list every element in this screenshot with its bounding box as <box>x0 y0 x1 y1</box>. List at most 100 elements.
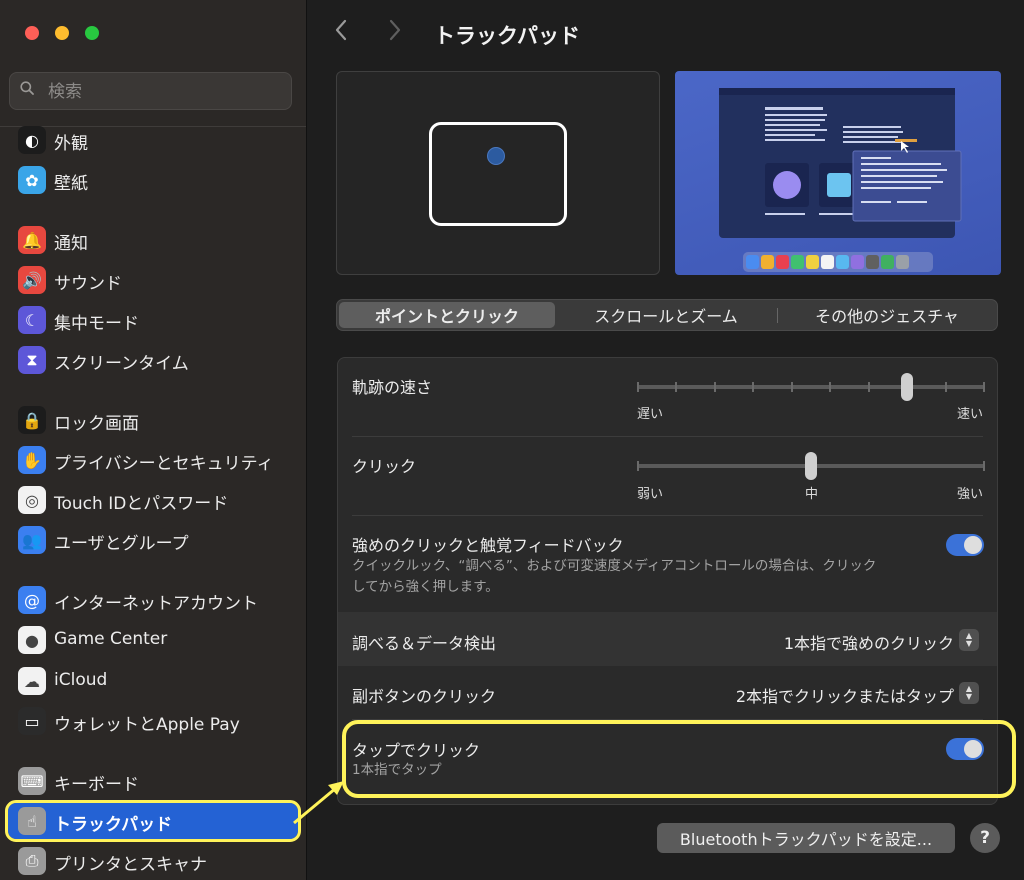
slider-tick <box>867 382 870 392</box>
lock-icon: 🔒 <box>18 406 46 434</box>
tab-more-gestures[interactable]: その他のジェスチャ <box>779 302 995 328</box>
force-click-label: 強めのクリックと触覚フィードバック <box>352 536 624 555</box>
lookup-popup[interactable]: 1本指で強めのクリック <box>784 630 954 654</box>
sidebar-item-label: サウンド <box>54 274 122 294</box>
close-window-button[interactable] <box>25 26 39 40</box>
slider-thumb[interactable] <box>901 373 914 401</box>
sidebar-item[interactable]: ● Game Center <box>8 622 298 658</box>
help-button[interactable]: ? <box>970 823 1000 853</box>
search-input[interactable] <box>46 79 280 105</box>
sidebar-item[interactable]: @ インターネットアカウント <box>8 582 298 618</box>
printer-icon: ⎙ <box>18 847 46 875</box>
desktop-preview-illustration <box>719 88 962 272</box>
slider-tick <box>944 382 947 392</box>
sidebar-item-label: ウォレットとApple Pay <box>54 715 240 735</box>
slider-tick <box>713 382 716 392</box>
slider-track <box>637 385 985 389</box>
forward-button[interactable] <box>388 18 414 46</box>
search-icon <box>20 81 34 95</box>
highlight-annotation <box>342 720 1016 798</box>
sidebar-item[interactable]: ☝ トラックパッド <box>5 800 301 842</box>
moon-icon: ☾ <box>18 306 46 334</box>
sidebar-item-label: Touch IDとパスワード <box>54 494 229 514</box>
sidebar-item[interactable]: ✿ 壁紙 <box>8 162 298 198</box>
force-click-description-line2: してから強く押します。 <box>352 579 499 595</box>
tab-point-and-click[interactable]: ポイントとクリック <box>339 302 555 328</box>
setup-bluetooth-trackpad-button[interactable]: Bluetoothトラックパッドを設定... <box>657 823 955 853</box>
slider-tick <box>637 382 639 392</box>
sidebar-item[interactable]: 🔒 ロック画面 <box>8 402 298 438</box>
sidebar-item-label: インターネットアカウント <box>54 594 258 614</box>
sidebar-item[interactable]: ☾ 集中モード <box>8 302 298 338</box>
tracking-speed-label: 軌跡の速さ <box>352 378 433 397</box>
sidebar-item-label: キーボード <box>54 775 139 795</box>
toggle-knob <box>964 536 982 554</box>
fingerprint-icon: ◎ <box>18 486 46 514</box>
sidebar-item[interactable]: ☁ iCloud <box>8 663 298 699</box>
secondary-click-stepper-icon[interactable]: ▲ ▼ <box>959 682 979 704</box>
click-pressure-slider[interactable] <box>637 451 985 481</box>
sidebar-item[interactable]: ⌨ キーボード <box>8 763 298 799</box>
secondary-click-label: 副ボタンのクリック <box>352 687 497 706</box>
sidebar-item-label: トラックパッド <box>54 815 173 835</box>
sidebar-item[interactable]: ▭ ウォレットとApple Pay <box>8 703 298 739</box>
sidebar-item[interactable]: 👥 ユーザとグループ <box>8 522 298 558</box>
click-mid-label: 中 <box>805 487 819 502</box>
sidebar-item-label: ユーザとグループ <box>54 534 189 554</box>
slider-tick <box>983 461 985 471</box>
force-click-toggle[interactable] <box>946 534 984 556</box>
row-divider <box>352 515 983 516</box>
wallet-icon: ▭ <box>18 707 46 735</box>
zoom-window-button[interactable] <box>85 26 99 40</box>
click-min-label: 弱い <box>637 487 664 502</box>
slider-tick <box>637 461 639 471</box>
click-max-label: 強い <box>956 487 983 502</box>
sidebar-item-label: iCloud <box>54 670 108 690</box>
settings-panel: 軌跡の速さ 遅い 速い クリック 弱い 中 強い 強めのクリックと触覚フィードバ… <box>337 357 1016 805</box>
slider-tick <box>829 382 832 392</box>
hourglass-icon: ⧗ <box>18 346 46 374</box>
sidebar-item[interactable]: ◎ Touch IDとパスワード <box>8 482 298 518</box>
slider-thumb[interactable] <box>805 452 817 480</box>
tab-bar: ポイントとクリック スクロールとズーム その他のジェスチャ <box>336 299 998 331</box>
sidebar-item[interactable]: ⎙ プリンタとスキャナ <box>8 843 298 879</box>
tab-divider <box>777 308 778 323</box>
slider-tick <box>675 382 678 392</box>
page-title: トラックパッド <box>434 24 580 48</box>
search-field[interactable] <box>9 72 292 110</box>
trackpad-illustration <box>429 122 567 226</box>
secondary-click-popup[interactable]: 2本指でクリックまたはタップ <box>736 683 954 707</box>
tab-scroll-and-zoom[interactable]: スクロールとズーム <box>557 302 775 328</box>
sidebar-item-label: 集中モード <box>54 314 139 334</box>
sidebar-item[interactable]: 🔊 サウンド <box>8 262 298 298</box>
slider-tick <box>983 382 985 392</box>
sidebar-item-label: スクリーンタイム <box>54 354 189 374</box>
bell-icon: 🔔 <box>18 226 46 254</box>
tracking-speed-slider[interactable] <box>637 372 985 402</box>
speaker-icon: 🔊 <box>18 266 46 294</box>
sidebar-item[interactable]: 🔔 通知 <box>8 222 298 258</box>
appearance-icon: ◐ <box>18 126 46 154</box>
slider-tick <box>790 382 793 392</box>
desktop-preview <box>675 71 1001 275</box>
sidebar-item-label: 壁紙 <box>54 174 88 194</box>
chevron-left-icon <box>335 19 347 41</box>
cloud-icon: ☁ <box>18 667 46 695</box>
slider-tick <box>752 382 755 392</box>
back-button[interactable] <box>334 18 360 46</box>
minimize-window-button[interactable] <box>55 26 69 40</box>
users-icon: 👥 <box>18 526 46 554</box>
gesture-preview <box>336 71 660 275</box>
force-click-description-line1: クイックルック、“調べる”、および可変速度メディアコントロールの場合は、クリック <box>352 558 877 574</box>
tracking-max-label: 速い <box>956 407 983 422</box>
keyboard-icon: ⌨ <box>18 767 46 795</box>
sidebar-item-label: プリンタとスキャナ <box>54 855 207 875</box>
click-label: クリック <box>352 457 417 476</box>
row-divider <box>352 436 983 437</box>
at-icon: @ <box>18 586 46 614</box>
callout-arrow-icon <box>293 781 344 825</box>
sidebar-item[interactable]: ⧗ スクリーンタイム <box>8 342 298 378</box>
lookup-stepper-icon[interactable]: ▲ ▼ <box>959 629 979 651</box>
sidebar-item[interactable]: ✋ プライバシーとセキュリティ <box>8 442 298 478</box>
sidebar-item[interactable]: ◐ 外観 <box>8 122 298 158</box>
